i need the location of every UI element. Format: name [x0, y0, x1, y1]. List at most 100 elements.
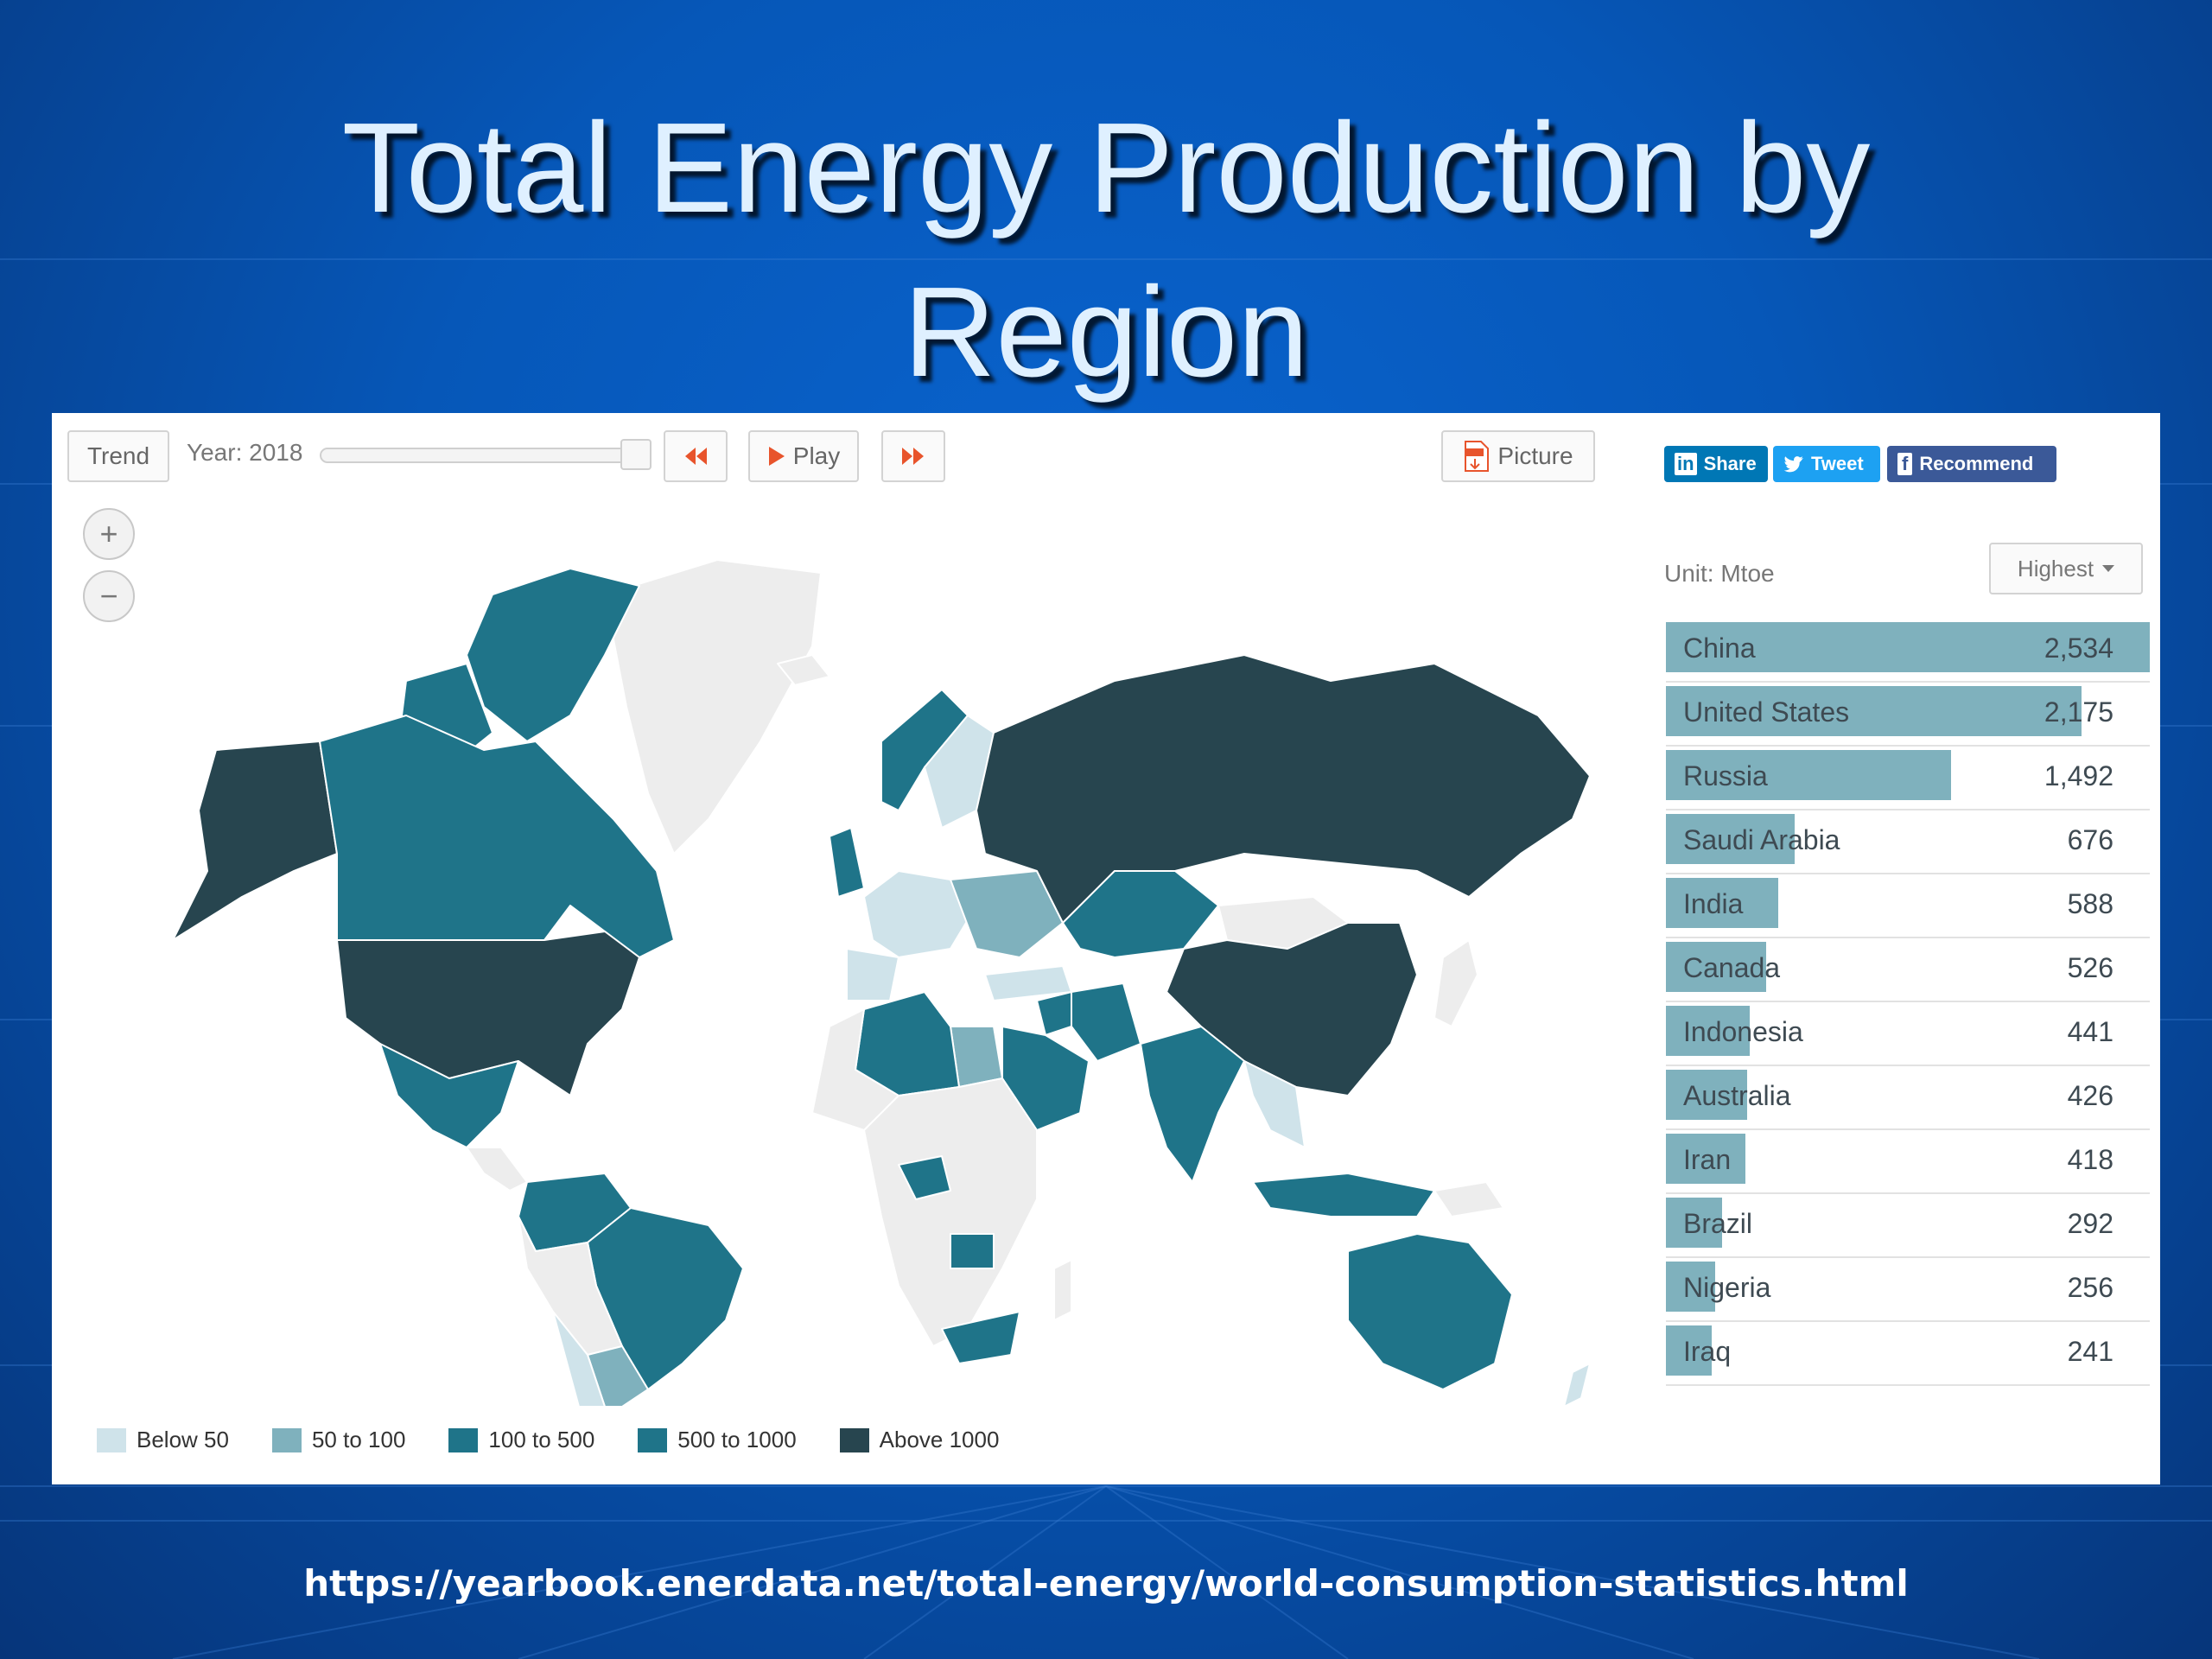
ranking-row[interactable]: Nigeria 256: [1666, 1258, 2150, 1322]
map-region-madagascar[interactable]: [1053, 1259, 1072, 1321]
map-region-iran[interactable]: [1071, 982, 1141, 1062]
ranking-country-value: 292: [2067, 1208, 2113, 1239]
map-region-australia[interactable]: [1347, 1233, 1513, 1390]
previous-year-button[interactable]: [664, 430, 728, 482]
map-region-russia[interactable]: [976, 654, 1591, 924]
map-region-greenland[interactable]: [604, 559, 822, 855]
ranking-row[interactable]: China 2,534: [1666, 619, 2150, 683]
ranking-country-value: 676: [2067, 824, 2113, 855]
minus-icon: −: [99, 578, 118, 613]
legend-item[interactable]: 100 to 500: [448, 1427, 594, 1453]
ranking-row[interactable]: Brazil 292: [1666, 1194, 2150, 1258]
ranking-row[interactable]: Australia 426: [1666, 1066, 2150, 1130]
ranking-country-name: Brazil: [1683, 1208, 1753, 1239]
ranking-country-name: United States: [1683, 696, 1850, 728]
map-region-united-kingdom[interactable]: [829, 827, 865, 898]
ranking-country-value: 1,492: [2044, 760, 2113, 791]
ranking-row[interactable]: Canada 526: [1666, 938, 2150, 1002]
legend-item[interactable]: Above 1000: [839, 1427, 1000, 1453]
map-region-japan[interactable]: [1433, 939, 1478, 1027]
map-widget-panel: Trend Year: 2018 Play Picture in Share T…: [52, 413, 2160, 1484]
map-region-iberia[interactable]: [846, 948, 899, 1001]
png-file-icon: [1465, 441, 1490, 472]
map-region-india[interactable]: [1140, 1026, 1245, 1183]
ranking-country-value: 526: [2067, 952, 2113, 983]
ranking-country-name: Canada: [1683, 952, 1781, 983]
fast-forward-icon: [902, 448, 924, 465]
legend-item[interactable]: 500 to 1000: [638, 1427, 797, 1453]
map-region-canada[interactable]: [319, 715, 675, 958]
legend-label: Above 1000: [879, 1427, 1000, 1452]
slide-title: Total Energy Production by Region: [0, 86, 2212, 415]
year-slider-track[interactable]: [320, 448, 648, 463]
legend-swatch: [839, 1427, 869, 1452]
ranking-country-value: 241: [2067, 1336, 2113, 1367]
legend-swatch: [271, 1427, 302, 1452]
slide-title-line-2: Region: [903, 261, 1309, 404]
ranking-country-name: India: [1683, 888, 1744, 919]
legend-swatch: [448, 1427, 479, 1452]
caret-down-icon: [2102, 565, 2115, 572]
ranking-country-name: Australia: [1683, 1080, 1791, 1111]
ranking-row[interactable]: Saudi Arabia 676: [1666, 810, 2150, 874]
ranking-row[interactable]: Indonesia 441: [1666, 1002, 2150, 1066]
plus-icon: +: [99, 516, 118, 551]
ranking-row[interactable]: Iraq 241: [1666, 1322, 2150, 1386]
map-region-indonesia[interactable]: [1252, 1173, 1435, 1217]
ranking-country-name: Russia: [1683, 760, 1768, 791]
map-region-central-africa[interactable]: [863, 1077, 1038, 1347]
facebook-recommend-button[interactable]: f Recommend: [1887, 446, 2056, 482]
world-choropleth-map[interactable]: [121, 491, 1642, 1407]
linkedin-icon: in: [1675, 453, 1697, 475]
legend-label: 100 to 500: [488, 1427, 595, 1452]
play-button[interactable]: Play: [748, 430, 859, 482]
legend-item[interactable]: 50 to 100: [271, 1427, 406, 1453]
ranking-country-name: Nigeria: [1683, 1272, 1771, 1303]
map-region-central-america[interactable]: [466, 1147, 528, 1192]
year-label: Year: 2018: [187, 439, 303, 466]
picture-button[interactable]: Picture: [1441, 430, 1595, 482]
map-region-new-zealand[interactable]: [1563, 1363, 1591, 1407]
play-icon: [768, 447, 785, 466]
legend-swatch: [638, 1427, 668, 1452]
ranking-row[interactable]: Russia 1,492: [1666, 747, 2150, 810]
ranking-row[interactable]: United States 2,175: [1666, 683, 2150, 747]
ranking-country-name: Indonesia: [1683, 1016, 1803, 1047]
map-region-angola[interactable]: [950, 1233, 995, 1269]
ranking-country-name: Saudi Arabia: [1683, 824, 1840, 855]
ranking-country-value: 256: [2067, 1272, 2113, 1303]
tweet-button[interactable]: Tweet: [1773, 446, 1880, 482]
map-region-papua[interactable]: [1433, 1181, 1504, 1217]
ranking-country-value: 441: [2067, 1016, 2113, 1047]
legend-label: 50 to 100: [311, 1427, 406, 1452]
legend-item[interactable]: Below 50: [97, 1427, 229, 1453]
legend-swatch: [97, 1427, 126, 1452]
trend-button[interactable]: Trend: [67, 430, 169, 482]
year-slider-handle[interactable]: [620, 439, 652, 470]
rewind-icon: [685, 448, 707, 465]
ranking-country-name: Iraq: [1683, 1336, 1732, 1367]
unit-label: Unit: Mtoe: [1664, 560, 1775, 587]
ranking-country-value: 588: [2067, 888, 2113, 919]
ranking-country-value: 2,534: [2044, 632, 2113, 664]
sort-dropdown[interactable]: Highest: [1989, 543, 2143, 594]
legend-label: Below 50: [137, 1427, 229, 1452]
next-year-button[interactable]: [881, 430, 945, 482]
ranking-row[interactable]: India 588: [1666, 874, 2150, 938]
source-url: https://yearbook.enerdata.net/total-ener…: [303, 1562, 1909, 1605]
twitter-bird-icon: [1783, 456, 1803, 473]
sort-dropdown-label: Highest: [2017, 555, 2094, 582]
picture-button-label: Picture: [1497, 442, 1573, 469]
map-region-alaska[interactable]: [172, 741, 338, 941]
ranking-country-value: 426: [2067, 1080, 2113, 1111]
ranking-country-name: Iran: [1683, 1144, 1732, 1175]
map-region-canada-arctic[interactable]: [466, 568, 640, 742]
ranking-country-name: China: [1683, 632, 1756, 664]
tweet-label: Tweet: [1811, 453, 1864, 474]
facebook-icon: f: [1897, 453, 1913, 475]
ranking-row[interactable]: Iran 418: [1666, 1130, 2150, 1194]
linkedin-share-button[interactable]: in Share: [1664, 446, 1768, 482]
slide-title-line-1: Total Energy Production by: [341, 97, 1871, 239]
map-region-iraq[interactable]: [1036, 991, 1072, 1036]
ranking-country-value: 418: [2067, 1144, 2113, 1175]
